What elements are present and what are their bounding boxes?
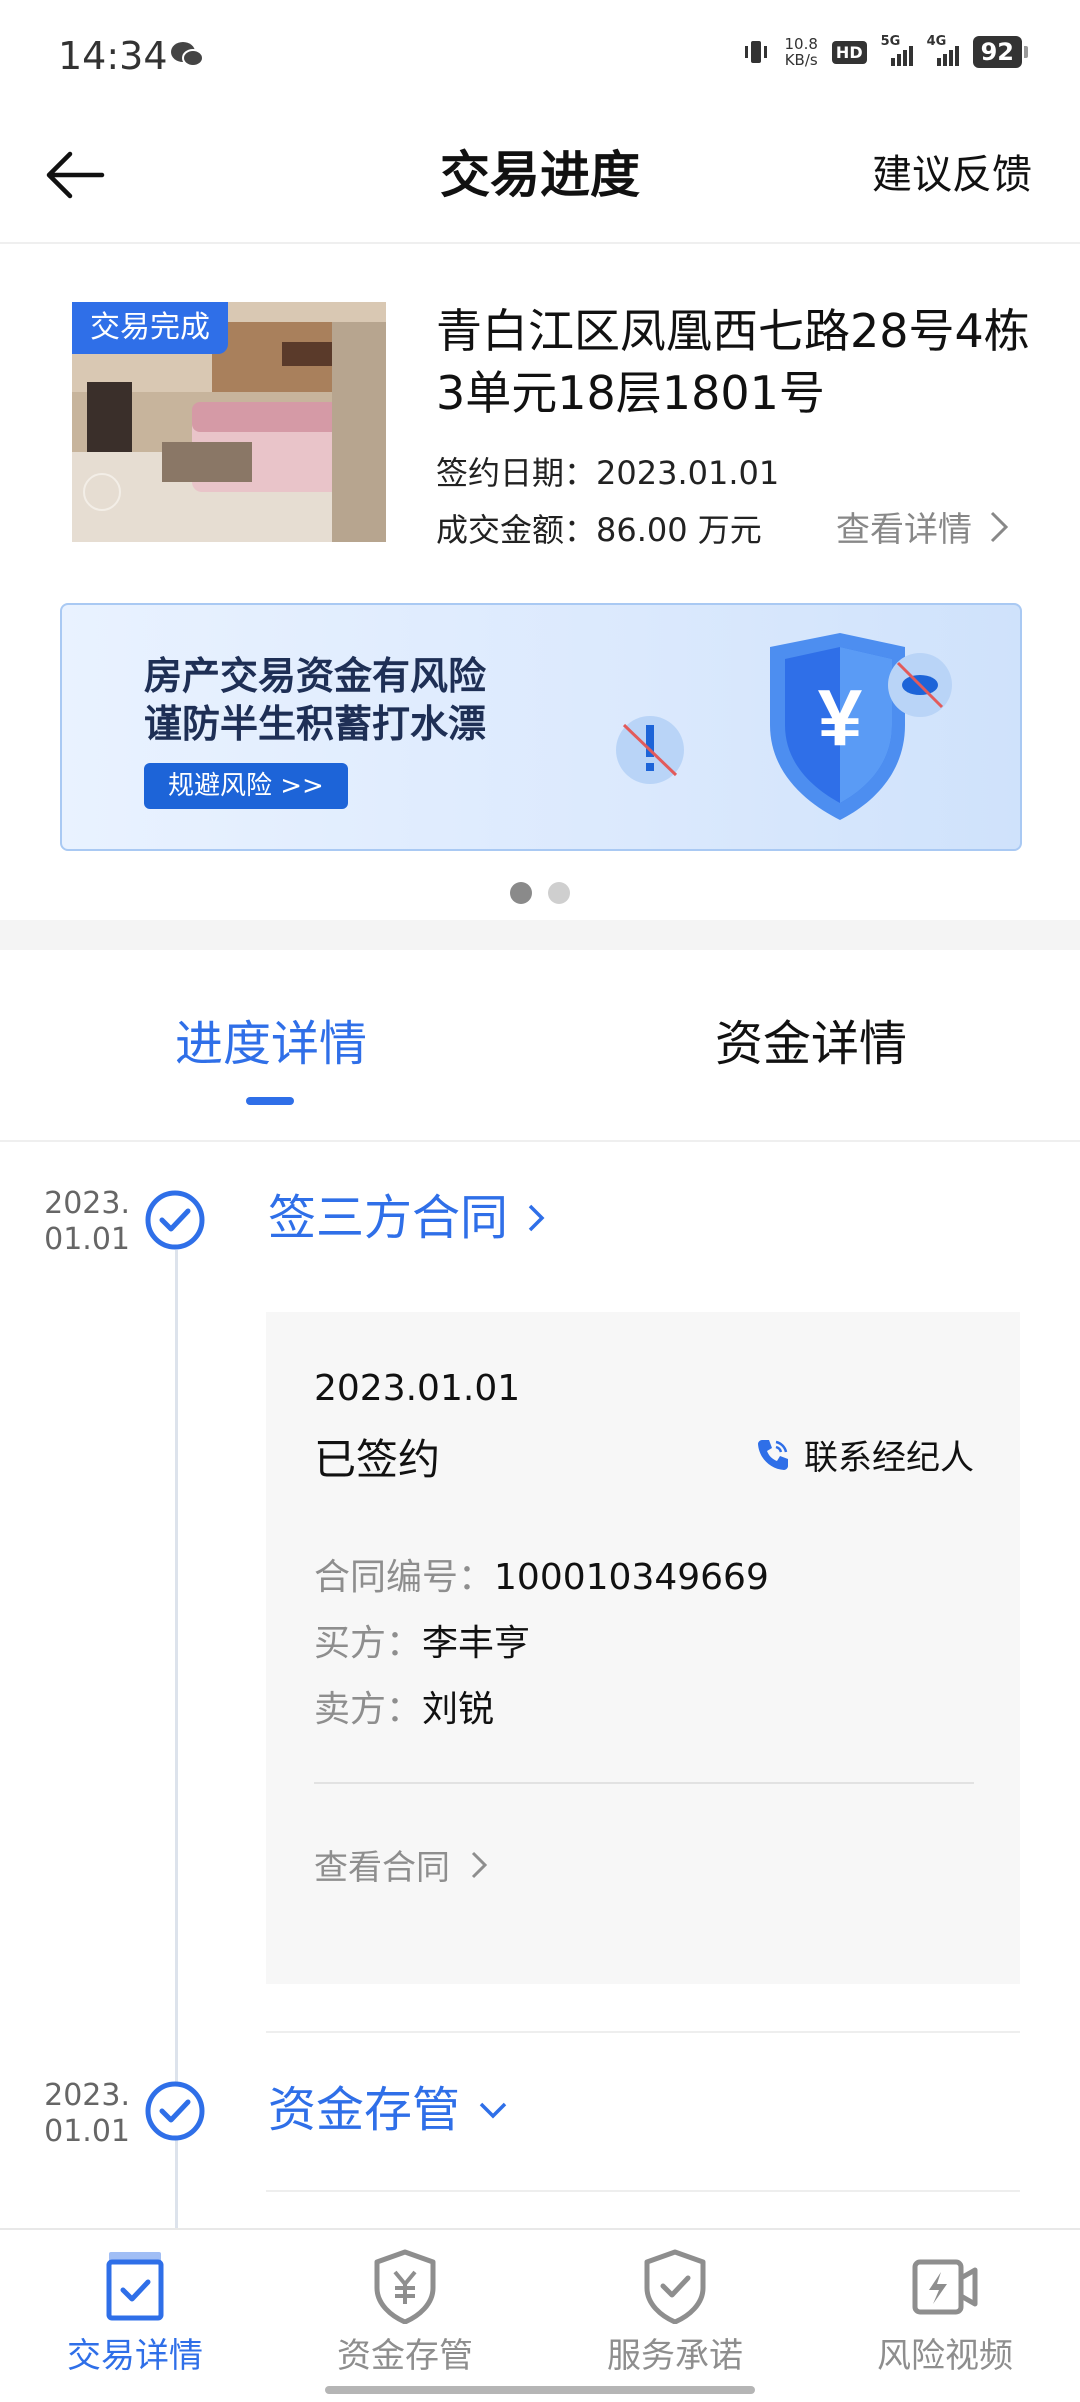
- shield-yuan-icon: [374, 2249, 436, 2324]
- view-details-link[interactable]: 查看详情: [836, 502, 1010, 551]
- step2-title-label: 资金存管: [268, 2082, 461, 2138]
- nav-label: 风险视频: [877, 2336, 1013, 2376]
- property-address: 青白江区凤凰西七路28号4栋3单元18层1801号: [436, 304, 1030, 420]
- nav-label: 资金存管: [337, 2336, 473, 2376]
- step1-title[interactable]: 签三方合同: [268, 1186, 546, 1250]
- card-divider: [314, 1782, 974, 1784]
- contract-card: 2023.01.01 已签约 联系经纪人 合同编号：100010349669 买…: [266, 1312, 1020, 1984]
- pagination-dot[interactable]: [548, 882, 570, 904]
- banner-line1: 房产交易资金有风险: [144, 654, 487, 698]
- seller-row: 卖方：刘锐: [314, 1680, 494, 1732]
- detail-tabs: 进度详情 资金详情: [0, 950, 1080, 1142]
- step2-title[interactable]: 资金存管: [268, 2078, 508, 2142]
- sim2-label: 4G: [926, 34, 947, 49]
- view-details-label: 查看详情: [836, 510, 972, 550]
- check-circle-icon: [145, 1190, 205, 1250]
- step2-date: 2023. 01.01: [30, 2078, 130, 2150]
- tab-progress-details[interactable]: 进度详情: [175, 1012, 367, 1076]
- nav-label: 服务承诺: [607, 2336, 743, 2376]
- avoid-risk-button[interactable]: 规避风险 >>: [144, 763, 348, 809]
- step-divider: [266, 2031, 1020, 2033]
- nav-service-promise[interactable]: 服务承诺: [540, 2230, 810, 2402]
- banner-line2: 谨防半生积蓄打水漂: [144, 702, 487, 746]
- contract-number-row: 合同编号：100010349669: [314, 1548, 769, 1600]
- app-header: 交易进度 建议反馈: [0, 110, 1080, 244]
- trade-status-badge: 交易完成: [72, 302, 228, 354]
- card-date: 2023.01.01: [314, 1368, 521, 1409]
- contact-agent-button[interactable]: 联系经纪人: [754, 1430, 974, 1479]
- chevron-right-icon: [990, 511, 1009, 542]
- deal-price: 成交金额：86.00 万元: [436, 511, 762, 549]
- nav-fund-custody[interactable]: 资金存管: [270, 2230, 540, 2402]
- sim1-label: 5G: [880, 34, 901, 49]
- tab-fund-details[interactable]: 资金详情: [715, 1012, 907, 1076]
- video-flash-icon: [912, 2259, 978, 2315]
- view-contract-link[interactable]: 查看合同: [314, 1840, 488, 1889]
- net-speed: 10.8 KB/s: [785, 36, 818, 68]
- wechat-icon: [171, 42, 204, 67]
- step1-date: 2023. 01.01: [30, 1186, 130, 1258]
- status-bar: 14:34 10.8 KB/s HD 5G 4G 92: [0, 0, 1080, 110]
- pagination-dot-active[interactable]: [510, 882, 532, 904]
- contract-number-value: 100010349669: [494, 1557, 769, 1598]
- phone-icon: [758, 1439, 788, 1470]
- home-indicator[interactable]: [325, 2386, 755, 2394]
- battery-indicator: 92: [972, 36, 1029, 68]
- net-speed-unit: KB/s: [784, 51, 818, 69]
- chevron-right-icon: [528, 1204, 545, 1232]
- step2-date-year: 2023.: [44, 2078, 130, 2113]
- seller-name: 刘锐: [422, 1689, 495, 1730]
- buyer-label: 买方：: [314, 1623, 423, 1664]
- contract-number-label: 合同编号：: [314, 1557, 495, 1598]
- step1-date-year: 2023.: [44, 1186, 130, 1221]
- banner-pagination: [0, 882, 1080, 904]
- clipboard-check-icon: [106, 2252, 164, 2321]
- active-tab-indicator: [246, 1097, 294, 1105]
- buyer-name: 李丰亨: [422, 1623, 531, 1664]
- signal-4g-icon: 4G: [927, 34, 959, 66]
- section-separator: [0, 920, 1080, 950]
- signal-5g-icon: 5G: [881, 34, 913, 66]
- hd-badge: HD: [831, 40, 867, 64]
- step-divider: [266, 2190, 1020, 2192]
- chevron-down-icon: [479, 2102, 507, 2119]
- vibrate-icon: [744, 41, 767, 63]
- step1-date-day: 01.01: [44, 1222, 130, 1257]
- seller-label: 卖方：: [314, 1689, 423, 1730]
- check-circle-icon: [145, 2081, 205, 2141]
- nav-label: 交易详情: [67, 2336, 203, 2376]
- feedback-button[interactable]: 建议反馈: [872, 140, 1032, 210]
- chevron-right-icon: [471, 1851, 488, 1878]
- nav-trade-details[interactable]: 交易详情: [0, 2230, 270, 2402]
- shield-check-icon: [644, 2249, 706, 2324]
- step1-title-label: 签三方合同: [268, 1190, 509, 1246]
- nav-risk-video[interactable]: 风险视频: [810, 2230, 1080, 2402]
- card-status: 已签约: [314, 1435, 441, 1484]
- view-contract-label: 查看合同: [314, 1848, 450, 1888]
- status-time: 14:34: [58, 34, 168, 78]
- risk-banner[interactable]: 房产交易资金有风险 谨防半生积蓄打水漂 规避风险 >> ¥: [60, 603, 1022, 851]
- sign-date: 签约日期：2023.01.01: [436, 454, 780, 492]
- net-speed-value: 10.8: [784, 35, 818, 53]
- status-indicators: 10.8 KB/s HD 5G 4G 92: [741, 34, 1029, 68]
- step2-date-day: 01.01: [44, 2114, 130, 2149]
- svg-text:¥: ¥: [818, 673, 863, 762]
- shield-yuan-illustration: ¥: [616, 633, 952, 820]
- buyer-row: 买方：李丰亨: [314, 1614, 530, 1666]
- bottom-nav: 交易详情 资金存管 服务承诺 风险视频: [0, 2228, 1080, 2402]
- contact-agent-label: 联系经纪人: [804, 1438, 974, 1478]
